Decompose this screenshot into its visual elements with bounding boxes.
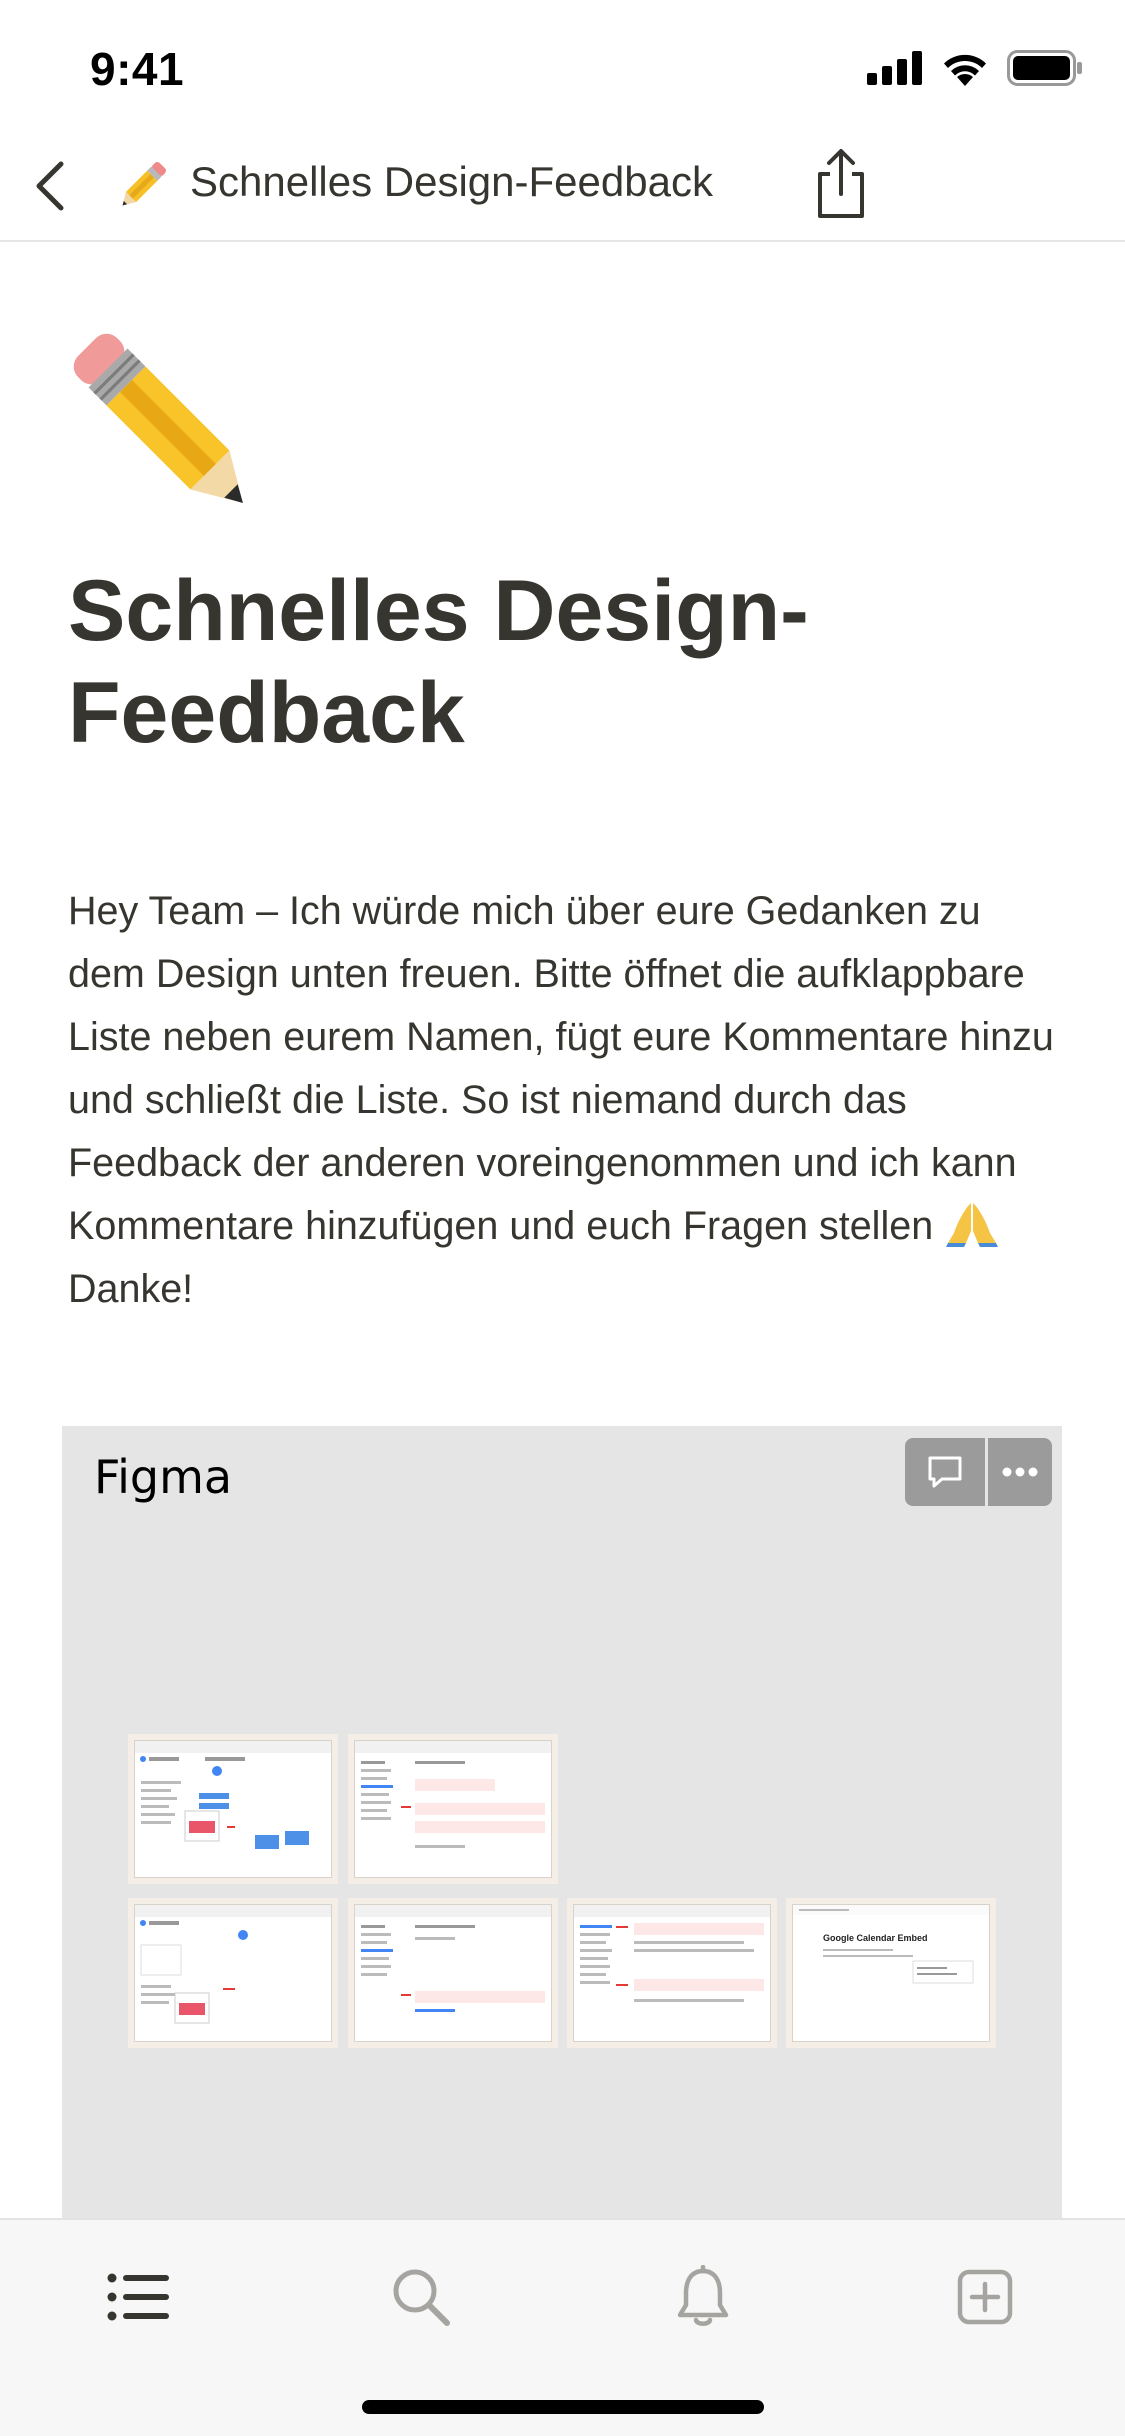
- battery-icon: [1007, 50, 1082, 86]
- settings-frame-3[interactable]: [567, 1898, 777, 2048]
- back-button[interactable]: [26, 152, 74, 220]
- nav-title: Schnelles Design-Feedback: [190, 158, 713, 205]
- comment-button[interactable]: [905, 1438, 985, 1506]
- embed-title: Figma: [94, 1450, 233, 1504]
- calendar-month-frame[interactable]: [128, 1898, 338, 2048]
- list-icon: [107, 2273, 169, 2321]
- body-tail-text: Danke!: [68, 1267, 194, 1311]
- frame-caption: Google Calendar Embed: [823, 1933, 928, 1943]
- settings-frame-2[interactable]: [348, 1898, 558, 2048]
- cellular-signal-icon: [867, 51, 922, 85]
- google-calendar-embed-thumbnail: Google Calendar Embed: [793, 1905, 989, 1984]
- wifi-icon: [944, 54, 986, 86]
- calendar-week-frame[interactable]: [128, 1734, 338, 1884]
- tab-updates[interactable]: [668, 2262, 738, 2332]
- calendar-month-thumbnail: [135, 1905, 331, 2024]
- back-chevron-icon: [36, 161, 64, 211]
- tab-search[interactable]: [386, 2262, 456, 2332]
- calendar-week-thumbnail: [135, 1741, 331, 1849]
- more-button[interactable]: [988, 1438, 1052, 1506]
- settings-thumbnail: [355, 1905, 551, 2012]
- settings-thumbnail: [355, 1741, 551, 1848]
- settings-frame-1[interactable]: [348, 1734, 558, 1884]
- status-icons: [867, 50, 1083, 86]
- page-body-text[interactable]: Hey Team – Ich würde mich über eure Geda…: [68, 880, 1068, 1321]
- nav-bar: Schnelles Design-Feedback: [0, 132, 1125, 242]
- bell-icon: [677, 2265, 729, 2326]
- comment-icon: [928, 1456, 962, 1488]
- tab-list[interactable]: [104, 2262, 174, 2332]
- more-icon: [1002, 1467, 1038, 1477]
- share-button[interactable]: [812, 146, 870, 222]
- new-page-icon: [957, 2269, 1013, 2325]
- folded-hands-emoji-icon: [946, 1203, 999, 1247]
- home-indicator[interactable]: [362, 2400, 764, 2414]
- pencil-emoji-icon: [122, 162, 166, 206]
- status-bar: 9:41: [0, 0, 1125, 132]
- google-calendar-embed-frame[interactable]: Google Calendar Embed: [786, 1898, 996, 2048]
- page-title[interactable]: Schnelles Design-Feedback: [68, 560, 1028, 764]
- tab-new-page[interactable]: [950, 2262, 1020, 2332]
- pencil-emoji-icon[interactable]: [62, 322, 274, 534]
- share-icon: [818, 149, 864, 218]
- settings-thumbnail: [574, 1905, 770, 2002]
- status-time: 9:41: [90, 43, 185, 95]
- search-icon: [393, 2269, 450, 2326]
- embed-actions: [905, 1438, 1052, 1506]
- body-text: Hey Team – Ich würde mich über eure Geda…: [68, 889, 1054, 1248]
